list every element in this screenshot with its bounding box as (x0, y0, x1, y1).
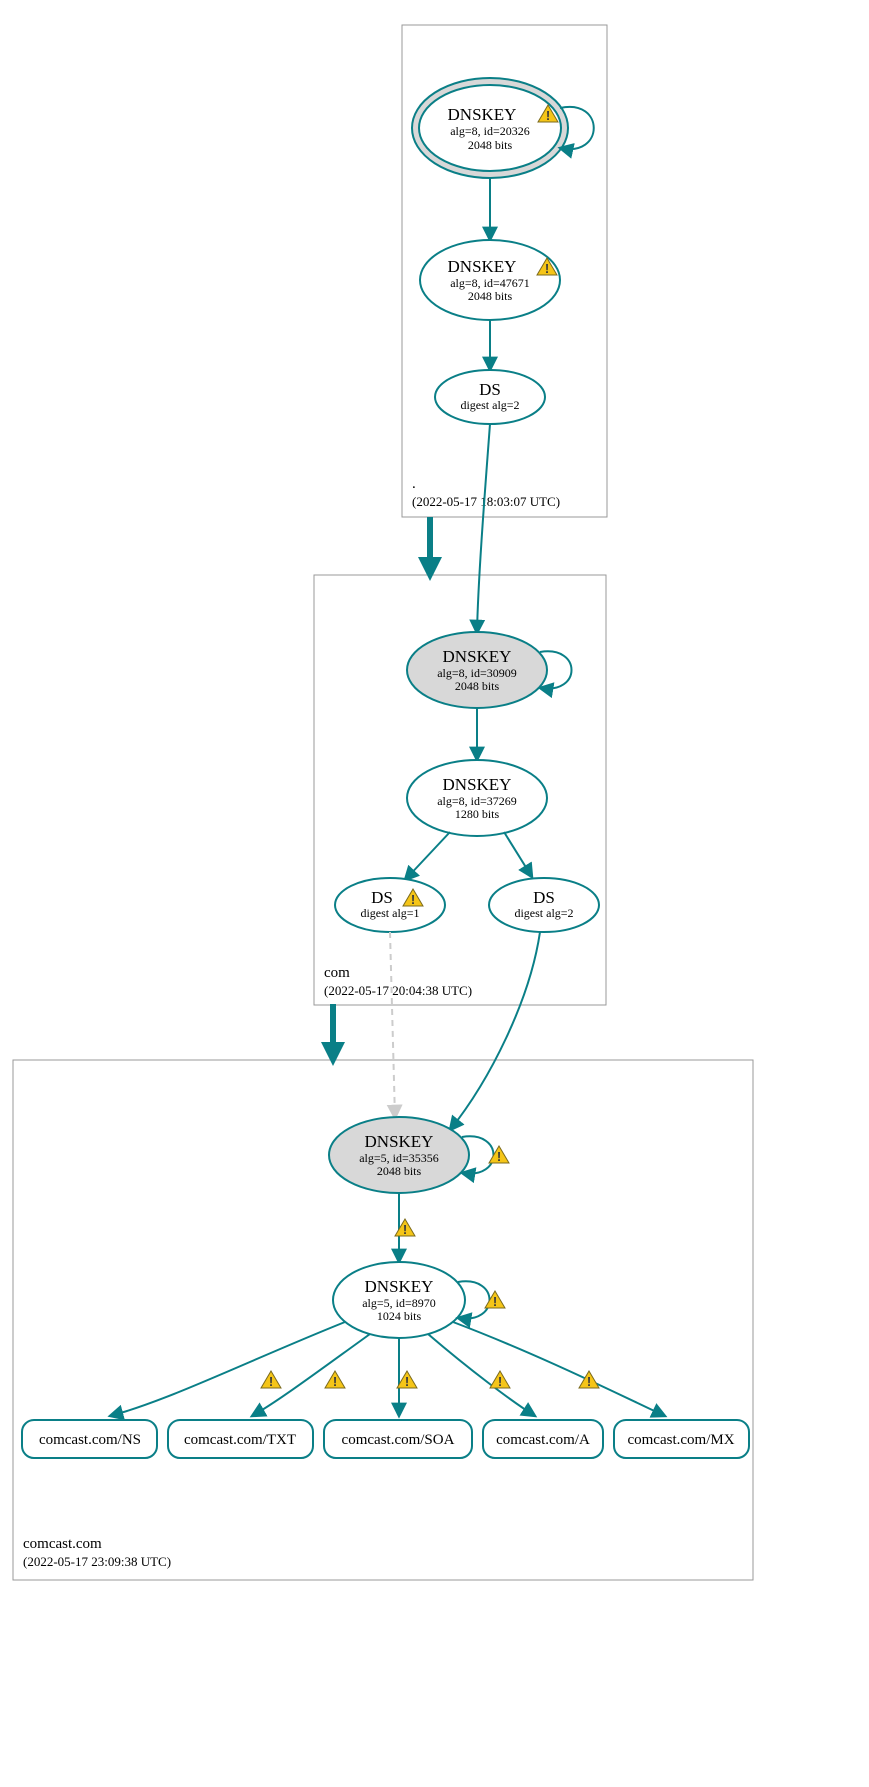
node-root-ksk: DNSKEY alg=8, id=20326 2048 bits (412, 78, 594, 178)
svg-text:DNSKEY: DNSKEY (448, 105, 517, 124)
svg-text:DS: DS (371, 888, 393, 907)
node-cc-ksk: DNSKEY alg=5, id=35356 2048 bits (329, 1117, 509, 1193)
svg-text:DS: DS (479, 380, 501, 399)
zone-com-label: com (324, 965, 350, 981)
svg-text:alg=5, id=8970: alg=5, id=8970 (362, 1296, 436, 1310)
zone-root-timestamp: (2022-05-17 18:03:07 UTC) (412, 494, 560, 509)
svg-text:comcast.com/TXT: comcast.com/TXT (184, 1432, 296, 1448)
warning-icon (579, 1371, 599, 1389)
svg-text:2048 bits: 2048 bits (377, 1164, 422, 1178)
svg-text:alg=8, id=30909: alg=8, id=30909 (437, 666, 517, 680)
svg-text:2048 bits: 2048 bits (455, 679, 500, 693)
svg-text:2048 bits: 2048 bits (468, 289, 513, 303)
zone-com-timestamp: (2022-05-17 20:04:38 UTC) (324, 983, 472, 998)
svg-text:alg=8, id=47671: alg=8, id=47671 (450, 276, 530, 290)
svg-text:digest alg=2: digest alg=2 (514, 906, 573, 920)
svg-text:DNSKEY: DNSKEY (448, 257, 517, 276)
rr-ns: comcast.com/NS (22, 1420, 157, 1458)
zone-root-label: . (412, 476, 416, 492)
svg-text:digest alg=1: digest alg=1 (360, 906, 419, 920)
zone-comcast-label: comcast.com (23, 1536, 102, 1552)
node-com-ds1: DS digest alg=1 (335, 878, 445, 932)
edge-com-zsk-to-ds1 (405, 832, 450, 880)
rr-a: comcast.com/A (483, 1420, 603, 1458)
svg-text:1024 bits: 1024 bits (377, 1309, 422, 1323)
edge-ds1-to-cc-ksk (390, 932, 395, 1118)
svg-text:alg=8, id=20326: alg=8, id=20326 (450, 124, 530, 138)
svg-text:DNSKEY: DNSKEY (443, 647, 512, 666)
svg-text:alg=5, id=35356: alg=5, id=35356 (359, 1151, 439, 1165)
rr-soa: comcast.com/SOA (324, 1420, 472, 1458)
node-com-ksk: DNSKEY alg=8, id=30909 2048 bits (407, 632, 572, 708)
zone-comcast-timestamp: (2022-05-17 23:09:38 UTC) (23, 1554, 171, 1569)
node-root-zsk: DNSKEY alg=8, id=47671 2048 bits (420, 240, 560, 320)
node-root-ds: DS digest alg=2 (435, 370, 545, 424)
rr-txt: comcast.com/TXT (168, 1420, 313, 1458)
svg-text:DNSKEY: DNSKEY (365, 1277, 434, 1296)
edge-com-zsk-to-ds2 (504, 832, 532, 877)
edge-zsk-to-ns (110, 1322, 345, 1416)
dnssec-graph: ! . (2022-05-17 18:03:07 UTC) DNSKEY alg… (0, 0, 869, 1787)
node-com-ds2: DS digest alg=2 (489, 878, 599, 932)
edge-root-ds-to-com-ksk (477, 424, 490, 633)
rr-mx: comcast.com/MX (614, 1420, 749, 1458)
svg-text:digest alg=2: digest alg=2 (460, 398, 519, 412)
node-cc-zsk: DNSKEY alg=5, id=8970 1024 bits (333, 1262, 505, 1338)
svg-text:comcast.com/MX: comcast.com/MX (627, 1432, 734, 1448)
svg-text:alg=8, id=37269: alg=8, id=37269 (437, 794, 517, 808)
warning-icon (325, 1371, 345, 1389)
svg-text:comcast.com/SOA: comcast.com/SOA (342, 1432, 455, 1448)
svg-text:2048 bits: 2048 bits (468, 138, 513, 152)
edge-zsk-to-mx (453, 1322, 665, 1416)
svg-text:DS: DS (533, 888, 555, 907)
node-com-zsk: DNSKEY alg=8, id=37269 1280 bits (407, 760, 547, 836)
svg-text:1280 bits: 1280 bits (455, 807, 500, 821)
svg-text:comcast.com/NS: comcast.com/NS (39, 1432, 141, 1448)
svg-text:DNSKEY: DNSKEY (443, 775, 512, 794)
edge-ds2-to-cc-ksk (450, 932, 540, 1130)
svg-text:comcast.com/A: comcast.com/A (496, 1432, 590, 1448)
svg-text:DNSKEY: DNSKEY (365, 1132, 434, 1151)
edge-zsk-to-a (428, 1334, 535, 1416)
warning-icon (490, 1371, 510, 1389)
warning-icon (261, 1371, 281, 1389)
